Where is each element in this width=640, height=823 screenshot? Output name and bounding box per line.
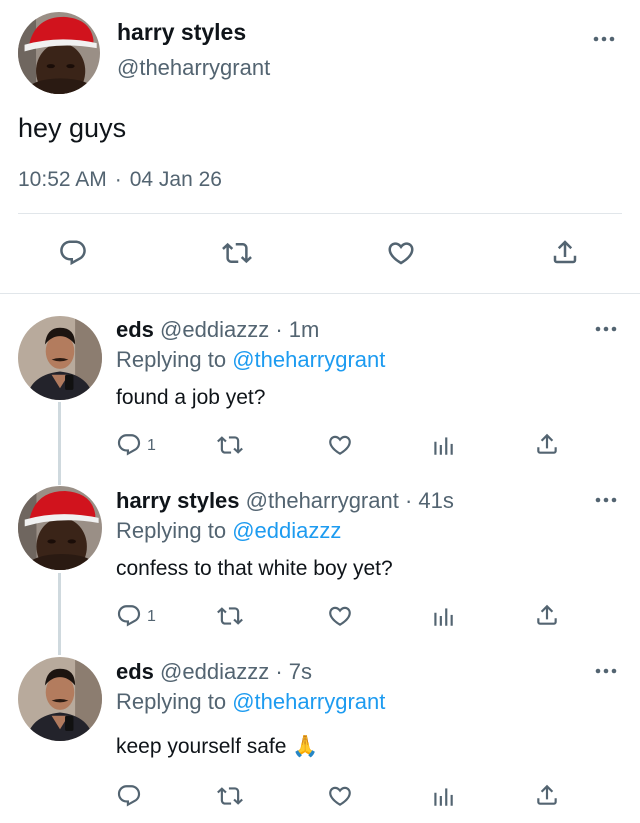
more-options-icon[interactable]: [594, 495, 618, 505]
replying-to-line: Replying to @theharrygrant: [116, 688, 385, 716]
reply-meta: @theharrygrant · 41s: [245, 488, 454, 513]
reply-2-avatar[interactable]: [18, 486, 102, 570]
reply-icon[interactable]: [116, 783, 142, 809]
reply-icon[interactable]: [116, 603, 142, 629]
retweet-icon[interactable]: [217, 603, 243, 629]
avatar-image: [18, 657, 102, 741]
retweet-icon[interactable]: [217, 432, 243, 458]
reply-3-text: keep yourself safe 🙏: [116, 735, 319, 758]
main-divider-bottom: [0, 293, 640, 294]
analytics-icon[interactable]: [430, 783, 456, 809]
replying-prefix: Replying to: [116, 518, 227, 543]
main-tweet-timestamp[interactable]: 10:52 AM · 04 Jan 26: [18, 166, 222, 194]
reply-icon[interactable]: [116, 432, 142, 458]
mention-link[interactable]: @theharrygrant: [232, 347, 385, 372]
retweet-icon[interactable]: [217, 783, 243, 809]
more-options-icon[interactable]: [592, 34, 616, 44]
main-divider-top: [18, 213, 622, 214]
like-icon[interactable]: [327, 603, 353, 629]
like-icon[interactable]: [386, 238, 416, 268]
avatar-image: [18, 12, 100, 94]
tweet-date: 04 Jan 26: [129, 168, 222, 191]
reply-1-avatar[interactable]: [18, 316, 102, 400]
tweet-time: 10:52 AM: [18, 168, 107, 191]
thread-connector: [58, 402, 61, 485]
replying-to-line: Replying to @theharrygrant: [116, 346, 385, 374]
main-author-name[interactable]: harry styles: [117, 18, 246, 46]
reply-1-text: found a job yet?: [116, 386, 266, 409]
reply-author-name: eds: [116, 317, 154, 342]
reply-count: 1: [147, 608, 156, 625]
reply-3-header[interactable]: eds @eddiazzz · 7s: [116, 658, 312, 686]
main-tweet-text: hey guys: [18, 113, 127, 143]
reply-count: 1: [147, 437, 156, 454]
reply-meta: @eddiazzz · 7s: [160, 659, 312, 684]
main-author-avatar[interactable]: [18, 12, 100, 94]
retweet-icon[interactable]: [222, 238, 252, 268]
replying-prefix: Replying to: [116, 689, 227, 714]
reply-icon[interactable]: [58, 238, 88, 268]
reply-3-avatar[interactable]: [18, 657, 102, 741]
share-icon[interactable]: [534, 431, 560, 457]
reply-meta: @eddiazzz · 1m: [160, 317, 320, 342]
reply-2-text: confess to that white boy yet?: [116, 557, 393, 580]
like-icon[interactable]: [327, 783, 353, 809]
mention-link[interactable]: @eddiazzz: [232, 518, 341, 543]
avatar-image: [18, 316, 102, 400]
like-icon[interactable]: [327, 432, 353, 458]
reply-1-header[interactable]: eds @eddiazzz · 1m: [116, 316, 319, 344]
reply-author-name: harry styles: [116, 488, 240, 513]
time-separator: ·: [114, 168, 122, 191]
replying-prefix: Replying to: [116, 347, 227, 372]
share-icon[interactable]: [534, 602, 560, 628]
thread-connector: [58, 573, 61, 655]
more-options-icon[interactable]: [594, 324, 618, 334]
analytics-icon[interactable]: [430, 603, 456, 629]
avatar-image: [18, 486, 102, 570]
share-icon[interactable]: [550, 237, 580, 267]
reply-author-name: eds: [116, 659, 154, 684]
replying-to-line: Replying to @eddiazzz: [116, 517, 341, 545]
analytics-icon[interactable]: [430, 432, 456, 458]
reply-2-header[interactable]: harry styles @theharrygrant · 41s: [116, 487, 454, 515]
more-options-icon[interactable]: [594, 666, 618, 676]
share-icon[interactable]: [534, 782, 560, 808]
mention-link[interactable]: @theharrygrant: [232, 689, 385, 714]
main-author-handle[interactable]: @theharrygrant: [117, 54, 270, 82]
